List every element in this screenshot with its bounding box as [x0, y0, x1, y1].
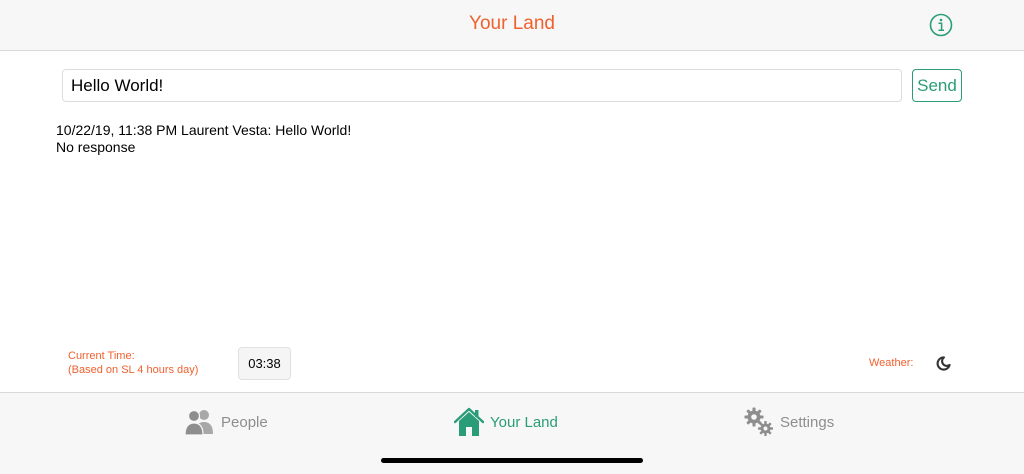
- weather-label: Weather:: [869, 357, 914, 369]
- home-icon: [454, 407, 484, 436]
- moon-icon: [936, 356, 951, 371]
- current-time-label-line: Current Time:: [68, 350, 135, 362]
- tab-your-land[interactable]: Your Land: [454, 405, 558, 439]
- log-entry: 10/22/19, 11:38 PM Laurent Vesta: Hello …: [56, 122, 352, 138]
- current-time-label: Current Time: (Based on SL 4 hours day): [68, 349, 198, 377]
- current-time-note: (Based on SL 4 hours day): [68, 364, 199, 376]
- send-button[interactable]: Send: [912, 69, 962, 102]
- tab-people-label: People: [221, 413, 268, 431]
- log-entry: No response: [56, 139, 136, 155]
- info-circle-icon[interactable]: [929, 13, 953, 37]
- message-log: 10/22/19, 11:38 PM Laurent Vesta: Hello …: [56, 122, 351, 156]
- home-indicator: [381, 458, 643, 463]
- people-icon: [185, 409, 213, 436]
- page-title: Your Land: [469, 13, 555, 34]
- navigation-bar: Your Land: [0, 0, 1024, 51]
- gears-icon: [744, 407, 773, 436]
- tab-settings-label: Settings: [780, 413, 835, 431]
- message-input[interactable]: [62, 69, 902, 102]
- tab-people[interactable]: People: [185, 405, 268, 439]
- current-time-value: 03:38: [238, 347, 291, 380]
- tab-settings[interactable]: Settings: [744, 405, 834, 439]
- tab-your-land-label: Your Land: [490, 413, 558, 431]
